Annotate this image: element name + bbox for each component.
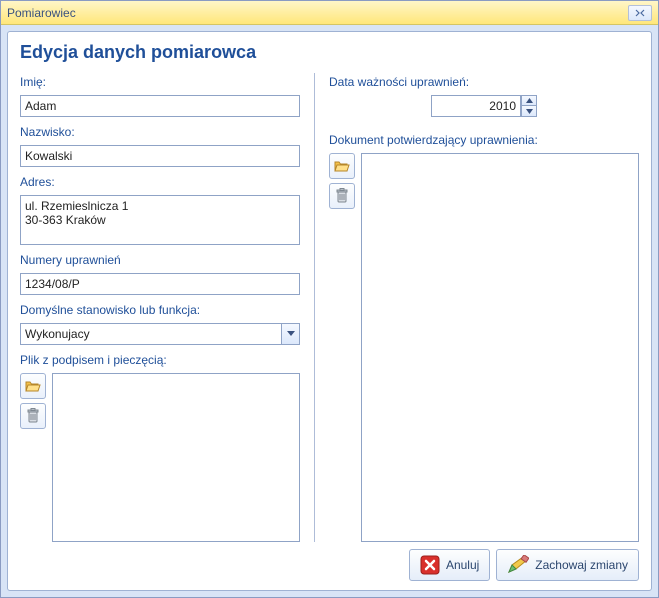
spinner-down-button[interactable] <box>521 106 537 117</box>
page-title: Edycja danych pomiarowca <box>20 42 639 63</box>
signature-buttons <box>20 373 46 542</box>
save-button[interactable]: Zachowaj zmiany <box>496 549 639 581</box>
validity-date-label: Data ważności uprawnień: <box>329 75 639 89</box>
signature-open-button[interactable] <box>20 373 46 399</box>
validity-year-spinner <box>431 95 537 117</box>
form-area: Imię: Nazwisko: Adres: Numery uprawnień … <box>20 73 639 542</box>
chevron-up-icon <box>526 98 533 103</box>
signature-delete-button[interactable] <box>20 403 46 429</box>
default-position-select-wrap <box>20 323 300 345</box>
document-buttons <box>329 153 355 542</box>
save-button-label: Zachowaj zmiany <box>535 558 628 572</box>
folder-open-icon <box>25 379 41 393</box>
left-column: Imię: Nazwisko: Adres: Numery uprawnień … <box>20 73 300 542</box>
close-icon <box>635 9 645 17</box>
document-row <box>329 153 639 542</box>
default-position-select[interactable] <box>20 323 300 345</box>
address-input[interactable] <box>20 195 300 245</box>
trash-icon <box>335 188 349 204</box>
cancel-button-label: Anuluj <box>446 558 479 572</box>
permit-numbers-label: Numery uprawnień <box>20 253 300 267</box>
validity-year-input[interactable] <box>431 95 521 117</box>
first-name-label: Imię: <box>20 75 300 89</box>
right-column: Data ważności uprawnień: <box>329 73 639 542</box>
address-label: Adres: <box>20 175 300 189</box>
folder-open-icon <box>334 159 350 173</box>
trash-icon <box>26 408 40 424</box>
signature-file-label: Plik z podpisem i pieczęcią: <box>20 353 300 367</box>
last-name-label: Nazwisko: <box>20 125 300 139</box>
footer: Anuluj Zachowaj zmiany <box>20 542 639 582</box>
spinner-up-button[interactable] <box>521 95 537 106</box>
signature-row <box>20 373 300 542</box>
close-button[interactable] <box>628 5 652 21</box>
document-label: Dokument potwierdzający uprawnienia: <box>329 133 639 147</box>
last-name-input[interactable] <box>20 145 300 167</box>
cancel-button[interactable]: Anuluj <box>409 549 490 581</box>
document-delete-button[interactable] <box>329 183 355 209</box>
titlebar: Pomiarowiec <box>1 1 658 25</box>
signature-preview <box>52 373 300 542</box>
pencil-icon <box>507 555 529 575</box>
window-title: Pomiarowiec <box>7 6 76 20</box>
column-divider <box>314 73 315 542</box>
first-name-input[interactable] <box>20 95 300 117</box>
default-position-label: Domyślne stanowisko lub funkcja: <box>20 303 300 317</box>
content-panel: Edycja danych pomiarowca Imię: Nazwisko:… <box>7 31 652 591</box>
chevron-down-icon <box>526 109 533 114</box>
cancel-icon <box>420 555 440 575</box>
window-frame: Pomiarowiec Edycja danych pomiarowca Imi… <box>0 0 659 598</box>
document-open-button[interactable] <box>329 153 355 179</box>
permit-numbers-input[interactable] <box>20 273 300 295</box>
document-preview <box>361 153 639 542</box>
